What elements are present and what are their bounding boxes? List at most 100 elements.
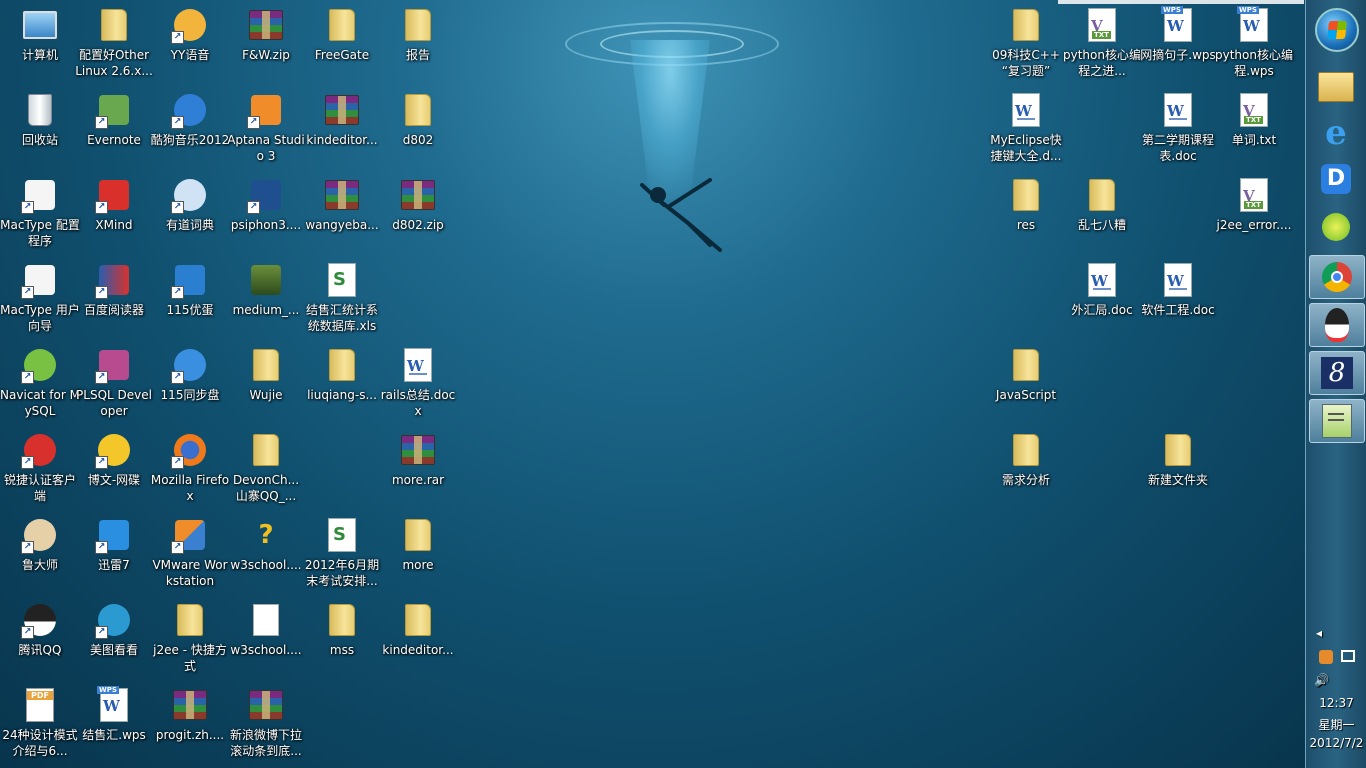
folder-icon <box>1009 178 1043 212</box>
desktop-icon[interactable]: DevonCh... 山寨QQ_... <box>227 433 305 504</box>
desktop-icon[interactable]: W 外汇局.doc <box>1063 263 1141 318</box>
desktop-icon[interactable]: kindeditor... <box>379 603 457 658</box>
desktop-icon[interactable]: 新建文件夹 <box>1139 433 1217 488</box>
desktop-icon[interactable]: ? w3school.... <box>227 518 305 573</box>
desktop-icon[interactable]: ↗ 酷狗音乐2012 <box>151 93 229 148</box>
show-desktop-strip[interactable] <box>1058 0 1304 4</box>
desktop-icon[interactable]: ↗ MacType 配置程序 <box>0 178 80 249</box>
vmware-icon: ↗ <box>171 518 207 554</box>
desktop[interactable]: 计算机 配置好Other Linux 2.6.x... ↗ YY语音 F&W.zip Fr… <box>0 0 1305 768</box>
desktop-icon[interactable]: Wrails总结.docx <box>379 348 457 419</box>
taskbar-chrome[interactable] <box>1309 255 1365 299</box>
desktop-icon[interactable]: PDF 24种设计模式介绍与6... <box>1 688 79 759</box>
desktop-icon[interactable]: d802.zip <box>379 178 457 233</box>
volume-icon[interactable]: 🔊 <box>1306 673 1366 687</box>
folder-icon <box>401 603 435 637</box>
tray-icons <box>1306 650 1366 664</box>
desktop-icon[interactable]: ↗ 鲁大师 <box>1 518 79 573</box>
desktop-icon[interactable]: 乱七八糟 <box>1063 178 1141 233</box>
desktop-icon[interactable]: ↗ VMware Workstation <box>151 518 229 589</box>
desktop-icon[interactable]: ↗ psiphon3.... <box>227 178 305 233</box>
taskbar: e D 8 ◂ 🔊 12:37 星期一 2012/7/2 <box>1305 0 1366 768</box>
taskbar-qq[interactable] <box>1309 303 1365 347</box>
desktop-icon-label: 鲁大师 <box>21 558 58 572</box>
desktop-icon[interactable]: W 第二学期课程表.doc <box>1139 93 1217 164</box>
desktop-icon-label: Navicat for MySQL <box>0 388 80 418</box>
desktop-icon[interactable]: ↗ 有道词典 <box>151 178 229 233</box>
desktop-icon[interactable]: ↗ 115优蛋 <box>151 263 229 318</box>
taskbar-internet-explorer[interactable]: e <box>1309 112 1363 154</box>
desktop-icon[interactable]: res <box>987 178 1065 233</box>
txt-icon: V TXT <box>1237 93 1271 127</box>
desktop-icon[interactable]: 结售汇统计系统数据库.xls <box>303 263 381 334</box>
desktop-icon-label: 单词.txt <box>1231 133 1277 147</box>
tray-app-icon[interactable] <box>1318 650 1333 664</box>
desktop-icon[interactable]: ↗ Aptana Studio 3 <box>227 93 305 164</box>
desktop-icon[interactable]: ↗ Mozilla Firefox <box>151 433 229 504</box>
desktop-icon[interactable]: W MyEclipse快捷键大全.d... <box>987 93 1065 164</box>
desktop-icon[interactable]: ↗ 美图看看 <box>75 603 153 658</box>
desktop-icon[interactable]: 需求分析 <box>987 433 1065 488</box>
start-orb-icon[interactable] <box>1315 8 1359 52</box>
desktop-icon[interactable]: 2012年6月期末考试安排... <box>303 518 381 589</box>
desktop-icon-label: 计算机 <box>21 48 58 62</box>
desktop-icon[interactable]: more.rar <box>379 433 457 488</box>
shortcut-arrow-icon: ↗ <box>171 201 184 214</box>
taskbar-explorer[interactable] <box>1309 66 1363 108</box>
desktop-icon[interactable]: medium_... <box>227 263 305 318</box>
desktop-icon[interactable]: w3school.... <box>227 603 305 658</box>
clock-time[interactable]: 12:37 <box>1306 696 1366 710</box>
clock-weekday[interactable]: 星期一 <box>1306 716 1366 733</box>
desktop-icon[interactable]: ↗ YY语音 <box>151 8 229 63</box>
desktop-icon[interactable]: d802 <box>379 93 457 148</box>
desktop-icon[interactable]: ↗ PLSQL Developer <box>75 348 153 419</box>
tray-expand-icon[interactable]: ◂ <box>1306 626 1366 640</box>
desktop-icon[interactable]: WPS W 结售汇.wps <box>75 686 153 743</box>
xls-icon <box>325 518 359 552</box>
desktop-icon[interactable]: ↗ 腾讯QQ <box>1 603 79 658</box>
desktop-icon[interactable]: ↗ 迅雷7 <box>75 518 153 573</box>
desktop-icon[interactable]: ↗ MacType 用户向导 <box>0 263 80 334</box>
desktop-icon[interactable]: 配置好Other Linux 2.6.x... <box>75 8 153 79</box>
desktop-icon[interactable]: V TXT python核心编程之进... <box>1063 8 1141 79</box>
desktop-icon[interactable]: ↗ Navicat for MySQL <box>0 348 80 419</box>
desktop-icon-label: MacType 配置程序 <box>0 218 80 248</box>
desktop-icon[interactable]: mss <box>303 603 381 658</box>
desktop-icon[interactable]: V TXT 单词.txt <box>1215 93 1293 148</box>
desktop-icon[interactable]: ↗ 115同步盘 <box>151 348 229 403</box>
network-icon[interactable] <box>1340 650 1355 662</box>
desktop-icon[interactable]: W 软件工程.doc <box>1139 263 1217 318</box>
taskbar-d-app[interactable]: D <box>1309 158 1363 200</box>
blank-file-icon <box>249 603 283 637</box>
desktop-icon[interactable]: 09科技C++ “复习题” <box>987 8 1065 79</box>
desktop-icon[interactable]: 报告 <box>379 8 457 63</box>
shortcut-arrow-icon: ↗ <box>21 286 34 299</box>
desktop-icon[interactable]: ↗ XMind <box>75 178 153 233</box>
taskbar-app-8[interactable]: 8 <box>1309 351 1365 395</box>
desktop-icon[interactable]: JavaScript <box>987 348 1065 403</box>
desktop-icon[interactable]: Wujie <box>227 348 305 403</box>
desktop-icon[interactable]: WPS W python核心编程.wps <box>1215 6 1293 79</box>
clock-date[interactable]: 2012/7/2 <box>1306 736 1366 750</box>
desktop-icon[interactable]: ↗ 锐捷认证客户端 <box>1 433 79 504</box>
desktop-icon-label: res <box>1016 218 1036 232</box>
desktop-icon[interactable]: more <box>379 518 457 573</box>
desktop-icon[interactable]: FreeGate <box>303 8 381 63</box>
desktop-icon-label: j2ee_error.... <box>1216 218 1292 232</box>
taskbar-kugou[interactable] <box>1309 206 1363 248</box>
desktop-icon[interactable]: 新浪微博下拉滚动条到底... <box>227 688 305 759</box>
desktop-icon[interactable]: ↗ 博文-网碟 <box>75 433 153 488</box>
desktop-icon[interactable]: progit.zh.... <box>151 688 229 743</box>
desktop-icon[interactable]: liuqiang-s... <box>303 348 381 403</box>
desktop-icon[interactable]: V TXT j2ee_error.... <box>1215 178 1293 233</box>
desktop-icon[interactable]: 回收站 <box>1 93 79 148</box>
desktop-icon[interactable]: ↗ 百度阅读器 <box>75 263 153 318</box>
desktop-icon[interactable]: WPS W 网摘句子.wps <box>1139 6 1217 63</box>
desktop-icon[interactable]: F&W.zip <box>227 8 305 63</box>
desktop-icon[interactable]: kindeditor... <box>303 93 381 148</box>
desktop-icon[interactable]: 计算机 <box>1 8 79 63</box>
taskbar-notepad-plus[interactable] <box>1309 399 1365 443</box>
desktop-icon[interactable]: ↗ Evernote <box>75 93 153 148</box>
desktop-icon[interactable]: wangyeba... <box>303 178 381 233</box>
desktop-icon[interactable]: j2ee - 快捷方式 <box>151 603 229 674</box>
